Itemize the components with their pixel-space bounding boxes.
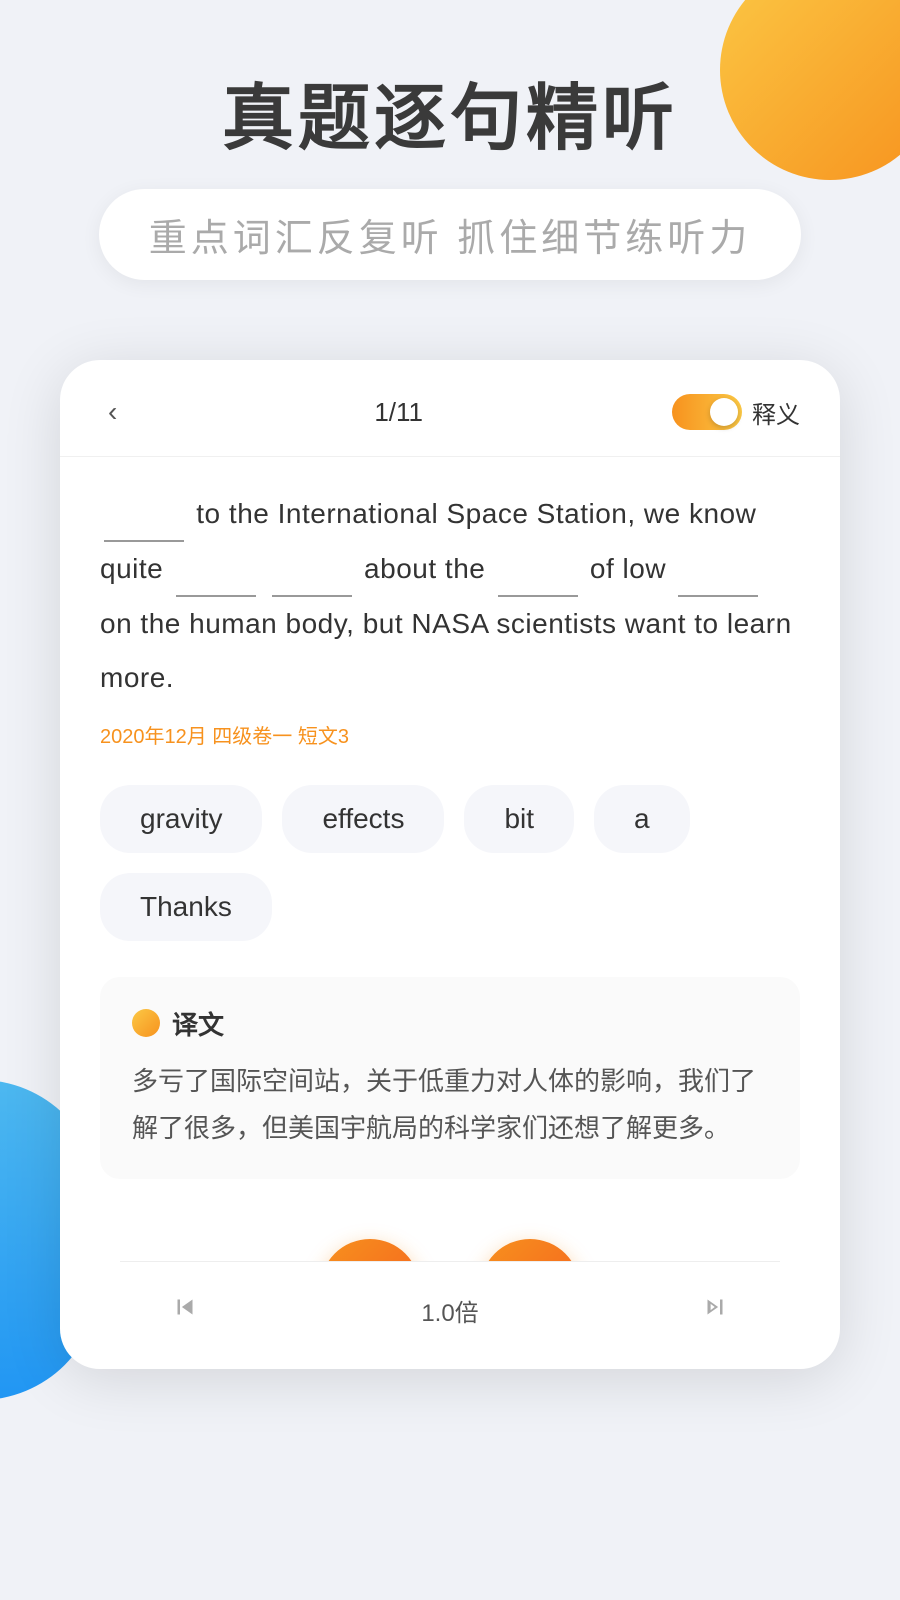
phone-card: ‹ 1/11 释义 to the International Space Sta… [60,360,840,1369]
toggle-label: 释义 [752,395,800,430]
blank-1 [104,487,184,542]
translation-header: 译文 [132,1005,768,1042]
page-indicator: 1/11 [374,397,423,428]
prev-button[interactable] [160,1282,210,1339]
card-header: ‹ 1/11 释义 [60,360,840,457]
toggle-area: 释义 [672,394,800,430]
passage-text: to the International Space Station, we k… [100,487,800,704]
blank-2 [176,542,256,597]
translation-dot-icon [132,1009,160,1037]
blank-3 [272,542,352,597]
translation-title: 译文 [172,1005,224,1042]
blank-4 [498,542,578,597]
card-content: to the International Space Station, we k… [60,457,840,1209]
subtitle: 重点词汇反复听 抓住细节练听力 [149,207,752,262]
subtitle-wrapper: 重点词汇反复听 抓住细节练听力 [99,189,802,280]
source-tag: 2020年12月 四级卷一 短文3 [100,720,800,749]
blank-5 [678,542,758,597]
word-chip-bit[interactable]: bit [464,785,574,853]
word-options: gravity effects bit a Thanks [100,785,800,941]
word-chip-a[interactable]: a [594,785,690,853]
speed-label[interactable]: 1.0倍 [421,1293,478,1328]
word-chip-effects[interactable]: effects [282,785,444,853]
translation-text: 多亏了国际空间站，关于低重力对人体的影响，我们了解了很多，但美国宇航局的科学家们… [132,1058,768,1152]
back-button[interactable]: ‹ [100,388,125,436]
next-button[interactable] [690,1282,740,1339]
translation-box: 译文 多亏了国际空间站，关于低重力对人体的影响，我们了解了很多，但美国宇航局的科… [100,977,800,1180]
definition-toggle[interactable] [672,394,742,430]
toggle-knob [710,398,738,426]
word-chip-gravity[interactable]: gravity [100,785,262,853]
bottom-bar: 1.0倍 [120,1261,780,1369]
word-chip-thanks[interactable]: Thanks [100,873,272,941]
